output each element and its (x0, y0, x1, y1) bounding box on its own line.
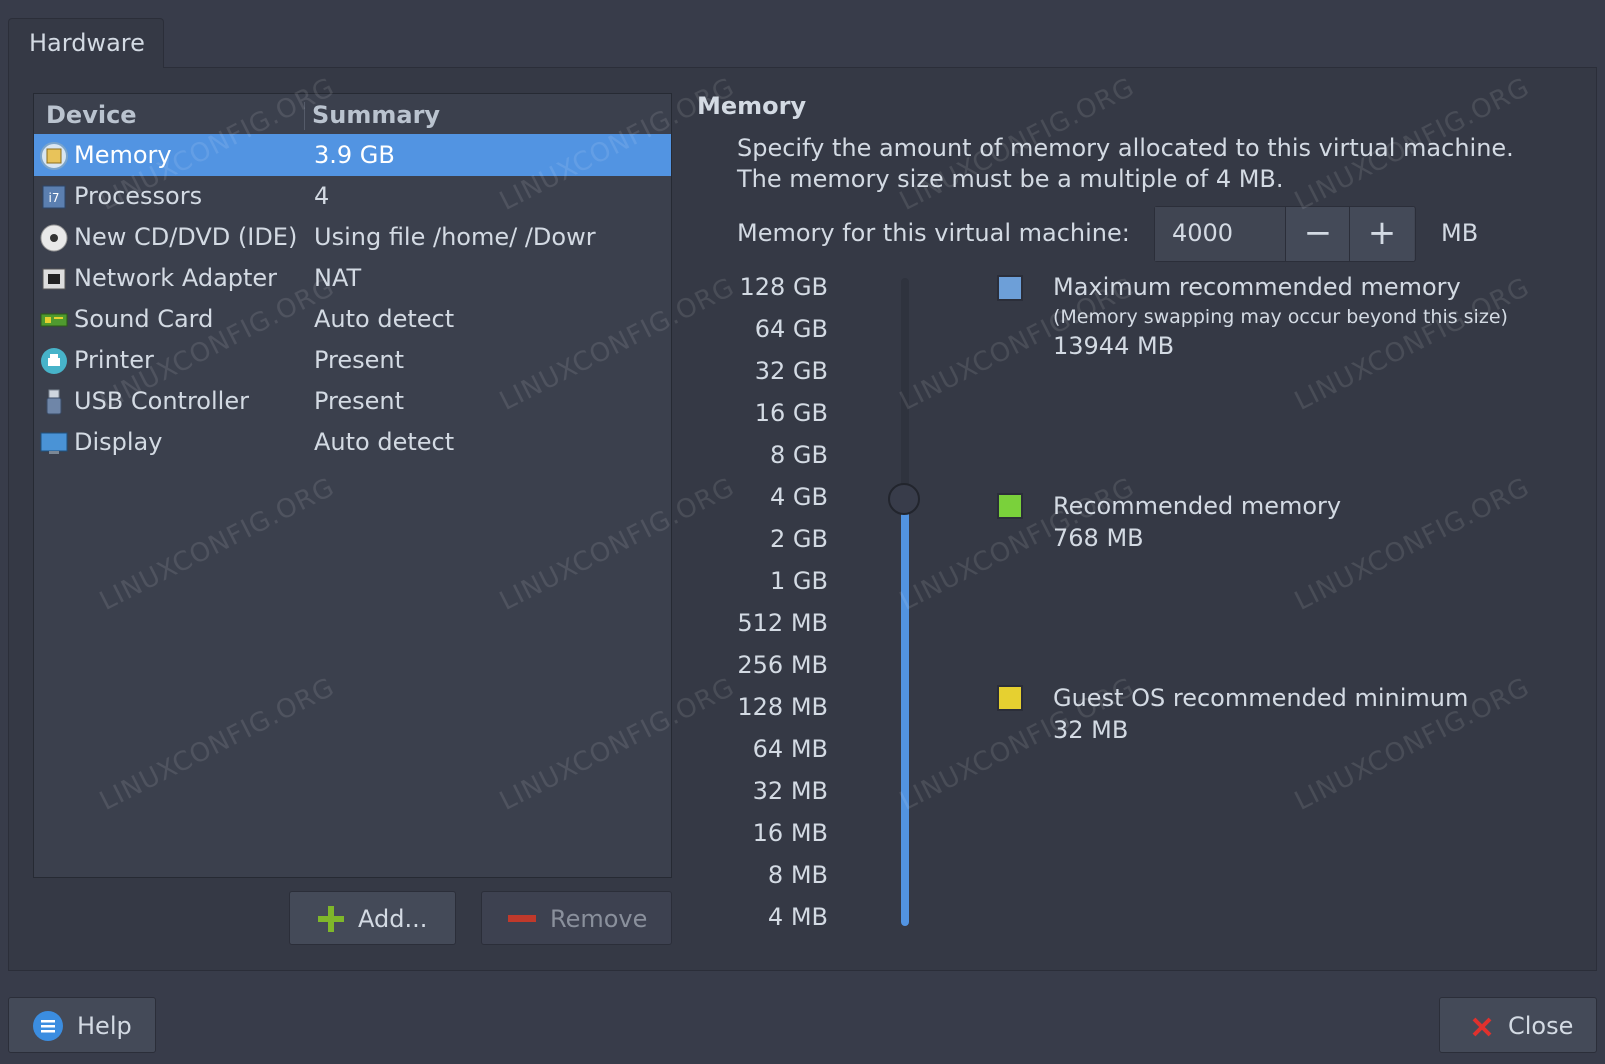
device-row-memory[interactable]: Memory 3.9 GB (34, 134, 671, 176)
guest-min-value: 32 MB (1053, 716, 1129, 744)
column-header-device[interactable]: Device (46, 94, 137, 136)
plus-icon: + (1367, 213, 1397, 253)
memory-description-line2: The memory size must be a multiple of 4 … (737, 165, 1284, 193)
remove-button-label: Remove (550, 905, 648, 933)
device-summary: Auto detect (314, 305, 455, 333)
device-summary: Using file /home/ /Dowr (314, 223, 596, 251)
device-row-display[interactable]: Display Auto detect (34, 421, 671, 463)
recommended-marker (997, 493, 1023, 519)
device-summary: NAT (314, 264, 362, 292)
device-row-cd-dvd[interactable]: New CD/DVD (IDE) Using file /home/ /Dowr (34, 216, 671, 258)
guest-min-title: Guest OS recommended minimum (1053, 684, 1469, 712)
guest-min-marker (997, 685, 1023, 711)
memory-slider-fill (901, 500, 909, 926)
svg-text:i7: i7 (49, 191, 60, 205)
plus-icon (318, 906, 344, 932)
scale-label: 2 GB (770, 525, 828, 553)
memory-section-title: Memory (697, 92, 807, 120)
scale-label: 64 GB (754, 315, 828, 343)
memory-unit-label: MB (1441, 219, 1479, 247)
scale-label: 4 GB (770, 483, 828, 511)
device-summary: 3.9 GB (314, 141, 395, 169)
device-name: Display (74, 428, 163, 456)
help-button[interactable]: Help (8, 997, 156, 1053)
scale-label: 64 MB (752, 735, 828, 763)
scale-label: 8 GB (770, 441, 828, 469)
scale-label: 32 GB (754, 357, 828, 385)
recommended-title: Recommended memory (1053, 492, 1342, 520)
scale-label: 512 MB (737, 609, 828, 637)
device-list[interactable]: Device Summary Memory 3.9 GB i7 Processo… (33, 93, 672, 878)
column-separator (304, 102, 305, 130)
memory-description-line1: Specify the amount of memory allocated t… (737, 134, 1514, 162)
max-recommended-title: Maximum recommended memory (1053, 273, 1461, 301)
device-summary: Present (314, 346, 405, 374)
scale-label: 8 MB (767, 861, 828, 889)
device-row-usb-controller[interactable]: USB Controller Present (34, 380, 671, 422)
minus-icon: − (1303, 213, 1333, 253)
scale-label: 4 MB (767, 903, 828, 931)
device-name: New CD/DVD (IDE) (74, 223, 298, 251)
tab-hardware[interactable]: Hardware (8, 18, 164, 68)
max-recommended-note: (Memory swapping may occur beyond this s… (1053, 306, 1508, 328)
device-summary: 4 (314, 182, 330, 210)
memory-field-label: Memory for this virtual machine: (737, 219, 1130, 247)
device-summary: Present (314, 387, 405, 415)
printer-icon (41, 348, 67, 374)
add-button-label: Add... (358, 905, 428, 933)
increment-button[interactable]: + (1349, 207, 1414, 261)
device-row-sound-card[interactable]: Sound Card Auto detect (34, 298, 671, 340)
scale-label: 1 GB (770, 567, 828, 595)
device-name: Network Adapter (74, 264, 278, 292)
device-row-network-adapter[interactable]: Network Adapter NAT (34, 257, 671, 299)
minus-icon (508, 915, 536, 922)
max-recommended-marker (997, 275, 1023, 301)
network-adapter-icon (42, 268, 66, 290)
usb-icon (46, 389, 62, 415)
help-button-label: Help (77, 1012, 132, 1040)
memory-slider-handle[interactable] (888, 483, 920, 515)
scale-label: 256 MB (737, 651, 828, 679)
cd-dvd-icon (40, 224, 68, 252)
add-device-button[interactable]: Add... (289, 891, 456, 945)
tab-hardware-label: Hardware (29, 29, 145, 57)
cpu-icon: i7 (42, 185, 66, 209)
display-icon (40, 432, 68, 454)
device-row-printer[interactable]: Printer Present (34, 339, 671, 381)
memory-chip-icon (40, 142, 68, 170)
recommended-value: 768 MB (1053, 524, 1144, 552)
scale-label: 16 GB (754, 399, 828, 427)
column-header-summary[interactable]: Summary (312, 94, 440, 136)
scale-label: 128 GB (739, 273, 829, 301)
device-name: Printer (74, 346, 154, 374)
device-summary: Auto detect (314, 428, 455, 456)
close-icon (1472, 1017, 1492, 1037)
max-recommended-value: 13944 MB (1053, 332, 1175, 360)
scale-label: 128 MB (737, 693, 828, 721)
scale-label: 32 MB (752, 777, 828, 805)
device-row-processors[interactable]: i7 Processors 4 (34, 175, 671, 217)
close-button[interactable]: Close (1439, 997, 1597, 1053)
close-button-label: Close (1508, 1012, 1574, 1040)
device-name: Processors (74, 182, 203, 210)
memory-spin-button[interactable]: 4000 − + (1154, 206, 1416, 262)
decrement-button[interactable]: − (1285, 207, 1350, 261)
memory-value: 4000 (1172, 219, 1234, 247)
memory-value-input[interactable]: 4000 (1155, 207, 1285, 261)
remove-device-button[interactable]: Remove (481, 891, 672, 945)
device-name: Memory (74, 141, 172, 169)
scale-label: 16 MB (752, 819, 828, 847)
sound-card-icon (40, 313, 68, 327)
help-icon (33, 1011, 63, 1041)
device-name: Sound Card (74, 305, 214, 333)
device-name: USB Controller (74, 387, 249, 415)
